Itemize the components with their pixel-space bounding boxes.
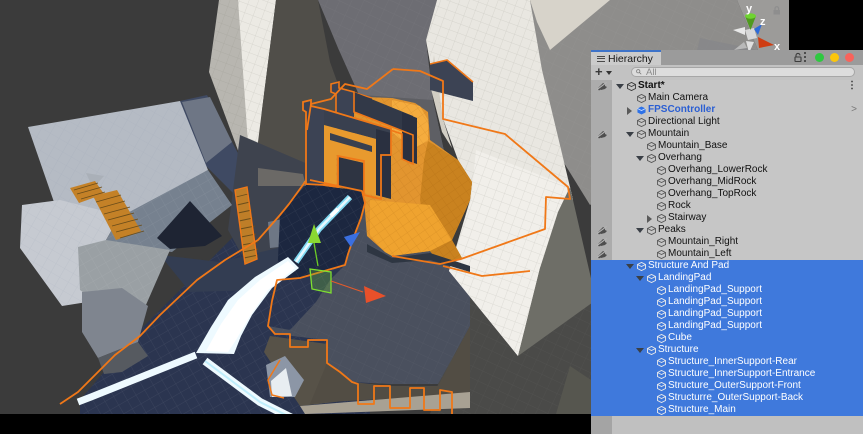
- svg-text:y: y: [746, 3, 753, 15]
- svg-text:z: z: [760, 16, 766, 28]
